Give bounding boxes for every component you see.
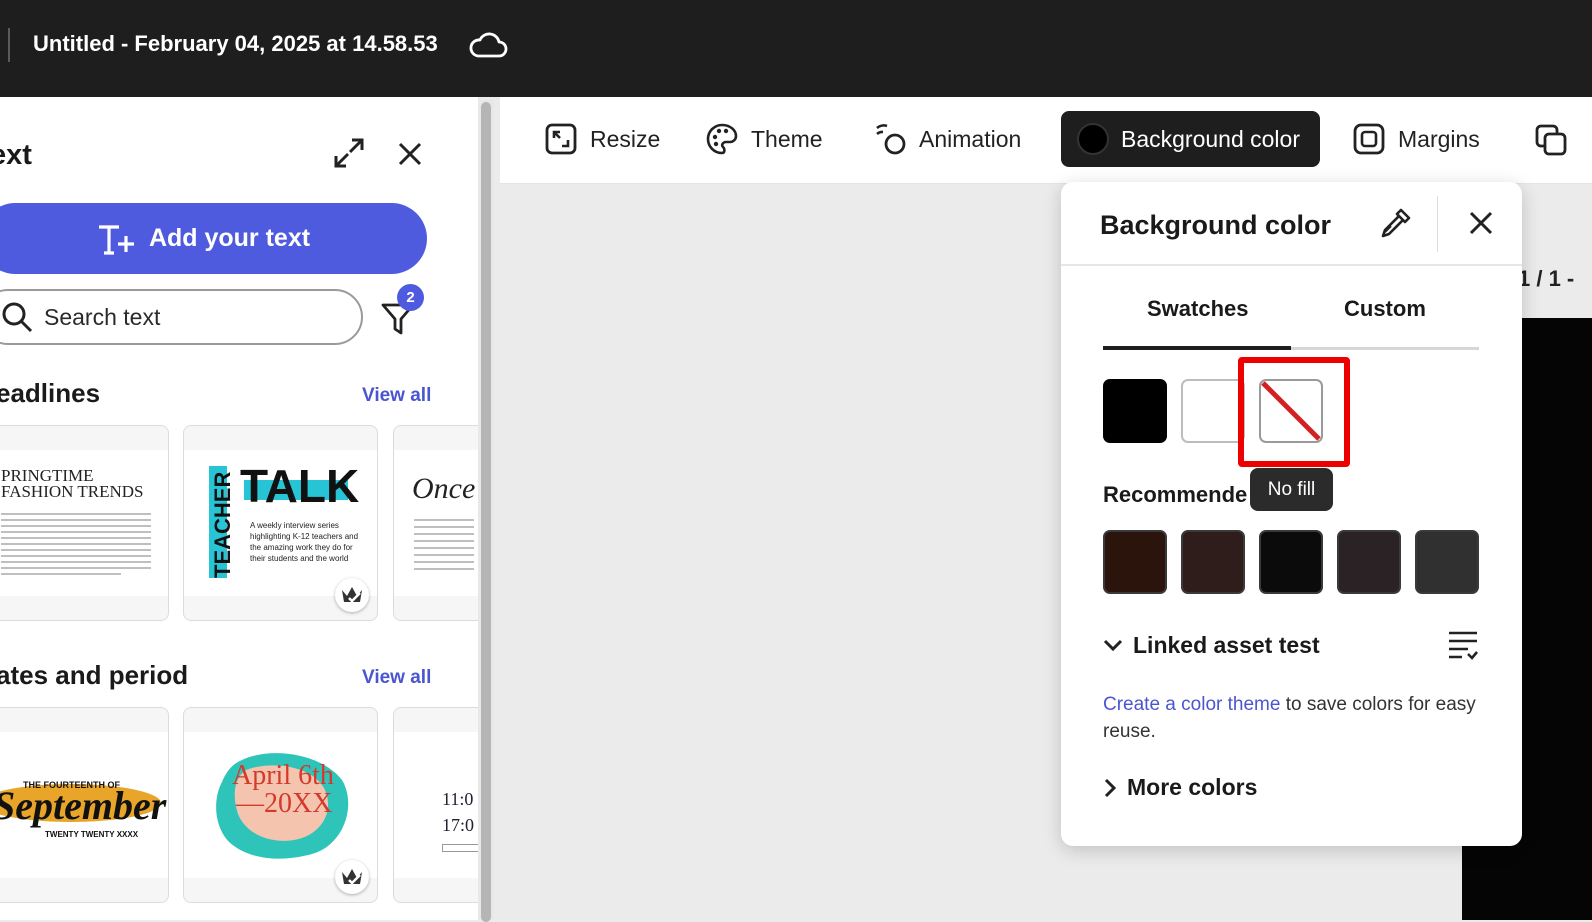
page-indicator: 1 / 1 -	[1518, 266, 1575, 291]
template-card-springtime[interactable]: PRINGTIME FASHION TRENDS	[0, 425, 169, 621]
document-title[interactable]: Untitled - February 04, 2025 at 14.58.53	[33, 31, 438, 57]
recommended-swatch[interactable]	[1337, 530, 1401, 594]
background-color-label: Background color	[1121, 125, 1300, 152]
close-icon[interactable]	[1468, 210, 1494, 236]
tab-custom[interactable]: Custom	[1344, 296, 1426, 322]
section-title-headlines: eadlines	[0, 378, 101, 408]
add-text-label: Add your text	[148, 224, 311, 252]
template-card-teacher-talk[interactable]: TEACHER TALK A weekly interview series h…	[183, 425, 378, 621]
recommended-swatch[interactable]	[1415, 530, 1479, 594]
crown-icon	[342, 587, 362, 603]
close-icon[interactable]	[397, 141, 423, 167]
card-text: FASHION TRENDS	[1, 482, 144, 501]
swatch-white[interactable]	[1181, 379, 1245, 443]
template-card-once[interactable]: Once u	[393, 425, 478, 621]
animation-button[interactable]: Animation	[873, 111, 1021, 167]
recommended-swatch[interactable]	[1259, 530, 1323, 594]
recommended-swatch[interactable]	[1181, 530, 1245, 594]
no-fill-tooltip: No fill	[1250, 468, 1333, 511]
template-card-september[interactable]: THE FOURTEENTH OF September TWENTY TWENT…	[0, 707, 169, 903]
color-swatch-icon	[1077, 123, 1109, 155]
view-all-dates-link[interactable]: View all	[362, 667, 431, 689]
search-field[interactable]	[0, 289, 363, 345]
expand-icon[interactable]	[333, 137, 365, 169]
top-bar: Untitled - February 04, 2025 at 14.58.53	[0, 0, 1592, 97]
template-card-times[interactable]: 11:0 17:0	[393, 707, 478, 903]
palette-icon	[706, 123, 738, 155]
card-text: TWENTY TWENTY XXXX	[45, 830, 139, 839]
add-your-text-button[interactable]: Add your text	[0, 203, 427, 274]
resize-icon	[545, 123, 577, 155]
search-icon	[2, 302, 33, 333]
card-text: 17:0	[442, 815, 475, 835]
recommended-swatch[interactable]	[1103, 530, 1167, 594]
linked-asset-toggle[interactable]: Linked asset test	[1103, 632, 1320, 659]
section-title-dates: ates and period	[0, 660, 189, 690]
popover-title: Background color	[1100, 210, 1332, 240]
theme-label: Theme	[751, 125, 823, 152]
crown-icon	[342, 869, 362, 885]
card-text: 11:0	[442, 789, 474, 809]
chevron-down-icon	[1103, 639, 1123, 651]
resize-label: Resize	[590, 125, 661, 152]
duplicate-icon[interactable]	[1534, 123, 1568, 157]
card-text: April 6th	[232, 760, 334, 791]
cloud-icon[interactable]	[468, 28, 508, 62]
margins-icon	[1353, 123, 1385, 155]
helper-text: Create a color theme to save colors for …	[1103, 691, 1493, 745]
divider	[1437, 196, 1438, 252]
create-color-theme-link[interactable]: Create a color theme	[1103, 694, 1280, 715]
card-text: September	[0, 783, 167, 828]
premium-badge	[335, 860, 369, 894]
chevron-right-icon	[1104, 778, 1117, 797]
card-text: A weekly interview series highlighting K…	[250, 521, 359, 563]
resize-button[interactable]: Resize	[544, 111, 660, 167]
view-all-headlines-link[interactable]: View all	[362, 385, 431, 407]
search-input[interactable]	[44, 303, 324, 331]
scrollbar-thumb[interactable]	[481, 102, 491, 922]
divider	[8, 28, 10, 62]
template-card-april[interactable]: April 6th —20XX	[183, 707, 378, 903]
swatch-black[interactable]	[1103, 379, 1167, 443]
premium-badge	[335, 578, 369, 612]
toolbar: Resize Theme Animation Background color …	[500, 97, 1592, 184]
theme-button[interactable]: Theme	[705, 111, 823, 167]
selection-highlight	[1238, 357, 1350, 467]
card-text: Once u	[412, 472, 478, 505]
text-panel: ext Add your text 2 eadlines View all PR…	[0, 97, 478, 920]
card-text: TEACHER	[210, 471, 235, 578]
eyedropper-icon[interactable]	[1377, 206, 1413, 242]
margins-button[interactable]: Margins	[1352, 111, 1480, 167]
card-text: —20XX	[236, 788, 333, 819]
panel-scrollbar[interactable]	[478, 100, 494, 922]
background-color-button[interactable]: Background color	[1061, 111, 1320, 167]
divider	[1061, 264, 1522, 266]
margins-label: Margins	[1398, 125, 1480, 152]
animation-icon	[876, 124, 906, 155]
more-colors-label: More colors	[1127, 774, 1258, 800]
tab-swatches[interactable]: Swatches	[1147, 296, 1249, 322]
add-text-icon	[98, 224, 134, 255]
text-lines-graphic	[414, 519, 474, 570]
background-color-popover: Background color Swatches Custom No fill…	[1061, 182, 1522, 846]
panel-title: ext	[0, 139, 32, 171]
filter-count-badge: 2	[397, 284, 424, 311]
recommended-label: Recommende	[1103, 482, 1248, 507]
more-colors-toggle[interactable]: More colors	[1103, 774, 1257, 801]
list-options-icon[interactable]	[1446, 628, 1480, 662]
card-text: TALK	[240, 460, 360, 512]
tab-active-indicator	[1103, 346, 1291, 350]
animation-label: Animation	[919, 125, 1022, 152]
text-lines-graphic	[1, 513, 151, 575]
linked-asset-label: Linked asset test	[1133, 632, 1320, 658]
